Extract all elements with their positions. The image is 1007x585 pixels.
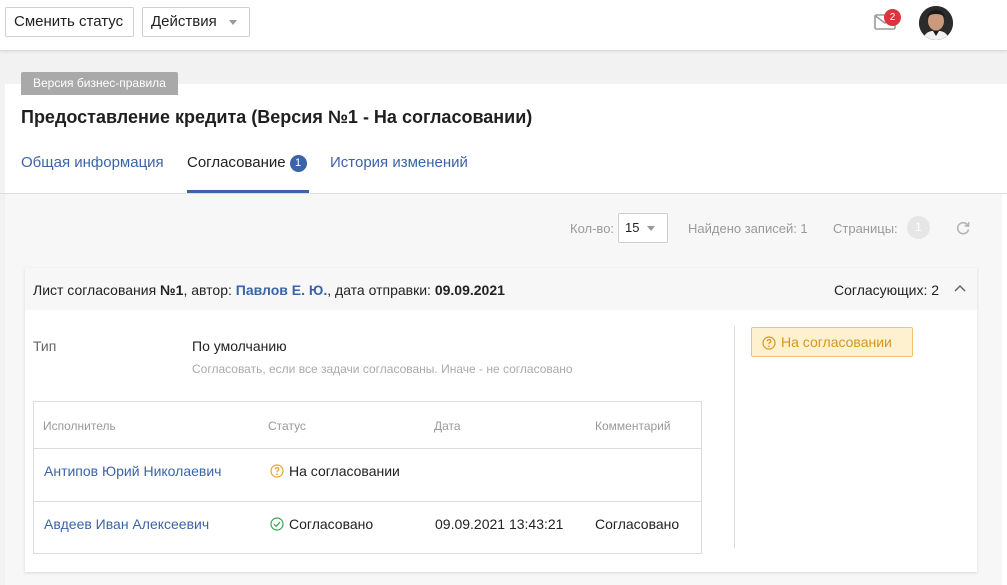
chevron-up-icon[interactable] bbox=[954, 284, 966, 292]
row-status: Согласовано bbox=[270, 516, 373, 532]
per-page-value: 15 bbox=[625, 220, 640, 235]
row-status-text: Согласовано bbox=[289, 516, 374, 532]
sheet-author-prefix: , автор: bbox=[183, 282, 236, 298]
question-circle-icon bbox=[762, 336, 776, 350]
type-label: Тип bbox=[33, 338, 57, 354]
row-status: На согласовании bbox=[270, 463, 400, 479]
divider bbox=[734, 326, 735, 548]
page-title: Предоставление кредита (Версия №1 - На с… bbox=[21, 107, 533, 127]
sheet-number: №1 bbox=[160, 282, 184, 298]
executor-link[interactable]: Антипов Юрий Николаевич bbox=[44, 463, 221, 479]
top-toolbar: Сменить статус Действия 2 bbox=[0, 0, 1007, 51]
approval-sheet-header[interactable]: Лист согласования №1, автор: Павлов Е. Ю… bbox=[25, 268, 977, 310]
row-divider bbox=[34, 501, 701, 502]
chevron-down-icon bbox=[647, 226, 655, 231]
column-header-comment[interactable]: Комментарий bbox=[595, 419, 671, 433]
column-header-date[interactable]: Дата bbox=[434, 419, 461, 433]
sheet-title-prefix: Лист согласования bbox=[33, 282, 161, 298]
executor-link[interactable]: Авдеев Иван Алексеевич bbox=[44, 516, 209, 532]
tab-approval[interactable]: Согласование 1 bbox=[187, 154, 307, 172]
chevron-down-icon bbox=[229, 20, 237, 25]
tab-approval-count-badge: 1 bbox=[289, 155, 307, 172]
refresh-icon[interactable] bbox=[955, 220, 971, 236]
sheet-status-badge: На согласовании bbox=[751, 327, 913, 357]
approval-sheet-panel: Лист согласования №1, автор: Павлов Е. Ю… bbox=[25, 268, 977, 572]
type-hint: Согласовать, если все задачи согласованы… bbox=[192, 362, 573, 376]
approvers-count: Согласующих: 2 bbox=[834, 282, 940, 298]
check-circle-icon bbox=[270, 517, 284, 531]
approvers-table: Исполнитель Статус Дата Комментарий Анти… bbox=[33, 401, 702, 554]
row-comment: Согласовано bbox=[595, 516, 680, 532]
active-tab-indicator bbox=[187, 190, 309, 193]
tab-change-history[interactable]: История изменений bbox=[330, 154, 468, 171]
sheet-author-link[interactable]: Павлов Е. Ю. bbox=[236, 282, 327, 298]
row-divider bbox=[34, 448, 701, 449]
approval-sheet-title: Лист согласования №1, автор: Павлов Е. Ю… bbox=[33, 282, 505, 298]
row-date: 09.09.2021 13:43:21 bbox=[435, 516, 564, 532]
page-number-button[interactable]: 1 bbox=[907, 216, 930, 239]
records-found-label: Найдено записей: 1 bbox=[688, 221, 808, 236]
actions-dropdown-button[interactable]: Действия bbox=[142, 7, 250, 37]
type-value: По умолчанию bbox=[192, 338, 287, 354]
row-status-text: На согласовании bbox=[289, 463, 400, 479]
column-header-status[interactable]: Статус bbox=[268, 419, 306, 433]
change-status-button[interactable]: Сменить статус bbox=[5, 7, 134, 37]
tab-general-info[interactable]: Общая информация bbox=[21, 154, 164, 171]
tab-bar: Общая информация Согласование 1 История и… bbox=[0, 150, 1007, 194]
version-chip: Версия бизнес-правила bbox=[21, 72, 178, 95]
tab-approval-label: Согласование bbox=[187, 154, 286, 171]
pages-label: Страницы: bbox=[833, 221, 898, 236]
sheet-date-prefix: , дата отправки: bbox=[327, 282, 435, 298]
sheet-send-date: 09.09.2021 bbox=[434, 282, 505, 298]
sheet-status-text: На согласовании bbox=[781, 334, 892, 350]
question-circle-icon bbox=[270, 464, 284, 478]
per-page-select[interactable]: 15 bbox=[618, 213, 668, 243]
avatar[interactable] bbox=[919, 6, 953, 40]
column-header-executor[interactable]: Исполнитель bbox=[43, 419, 116, 433]
per-page-label: Кол-во: bbox=[570, 221, 615, 236]
notification-count-badge: 2 bbox=[884, 9, 901, 26]
actions-label: Действия bbox=[151, 13, 217, 30]
